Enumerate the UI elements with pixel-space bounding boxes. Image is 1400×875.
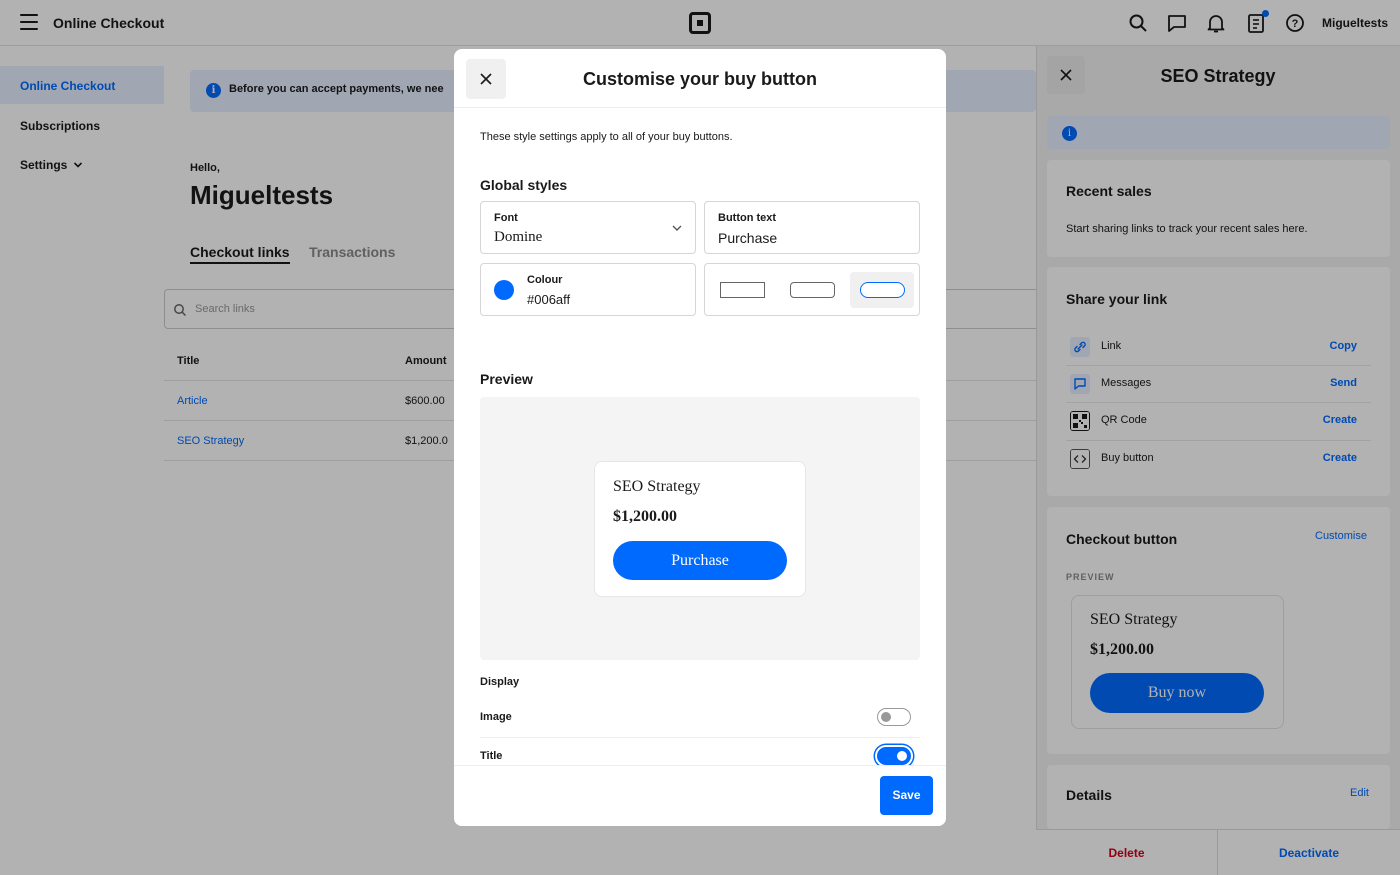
- colour-picker[interactable]: Colour #006aff: [480, 263, 696, 316]
- display-option-label: Title: [480, 750, 503, 762]
- button-text-value: Purchase: [718, 230, 778, 246]
- button-text-field[interactable]: Button text Purchase: [704, 201, 920, 254]
- save-button[interactable]: Save: [880, 776, 933, 815]
- display-heading: Display: [480, 676, 520, 688]
- toggle-knob: [897, 751, 907, 761]
- button-shape-selector: [704, 263, 920, 316]
- chevron-down-icon: [672, 225, 682, 231]
- colour-value: #006aff: [527, 292, 571, 307]
- modal-footer: [454, 765, 946, 826]
- preview-heading: Preview: [480, 371, 533, 387]
- buy-button-preview-area: SEO Strategy $1,200.00 Purchase: [480, 397, 920, 660]
- shape-option-square[interactable]: [720, 282, 765, 298]
- toggle-knob: [881, 712, 891, 722]
- divider: [480, 737, 920, 738]
- customise-buy-button-modal: Customise your buy button These style se…: [454, 49, 946, 826]
- colour-label: Colour: [527, 274, 563, 286]
- preview-card: SEO Strategy $1,200.00 Purchase: [594, 461, 806, 597]
- colour-swatch[interactable]: [494, 280, 514, 300]
- font-label: Font: [494, 212, 518, 224]
- font-select[interactable]: Font Domine: [480, 201, 696, 254]
- button-text-label: Button text: [718, 212, 777, 224]
- pill-shape: [860, 282, 905, 298]
- preview-price: $1,200.00: [613, 508, 677, 525]
- display-option-label: Image: [480, 711, 512, 723]
- title-toggle[interactable]: [877, 747, 911, 765]
- purchase-button-preview: Purchase: [613, 541, 787, 580]
- global-styles-heading: Global styles: [480, 177, 568, 193]
- shape-option-rounded[interactable]: [790, 282, 835, 298]
- font-value: Domine: [494, 229, 543, 245]
- shape-option-pill-selected[interactable]: [850, 272, 914, 308]
- modal-title: Customise your buy button: [583, 69, 817, 89]
- image-toggle[interactable]: [877, 708, 911, 726]
- preview-product-name: SEO Strategy: [613, 478, 701, 495]
- modal-description: These style settings apply to all of you…: [480, 131, 733, 143]
- divider: [454, 107, 946, 108]
